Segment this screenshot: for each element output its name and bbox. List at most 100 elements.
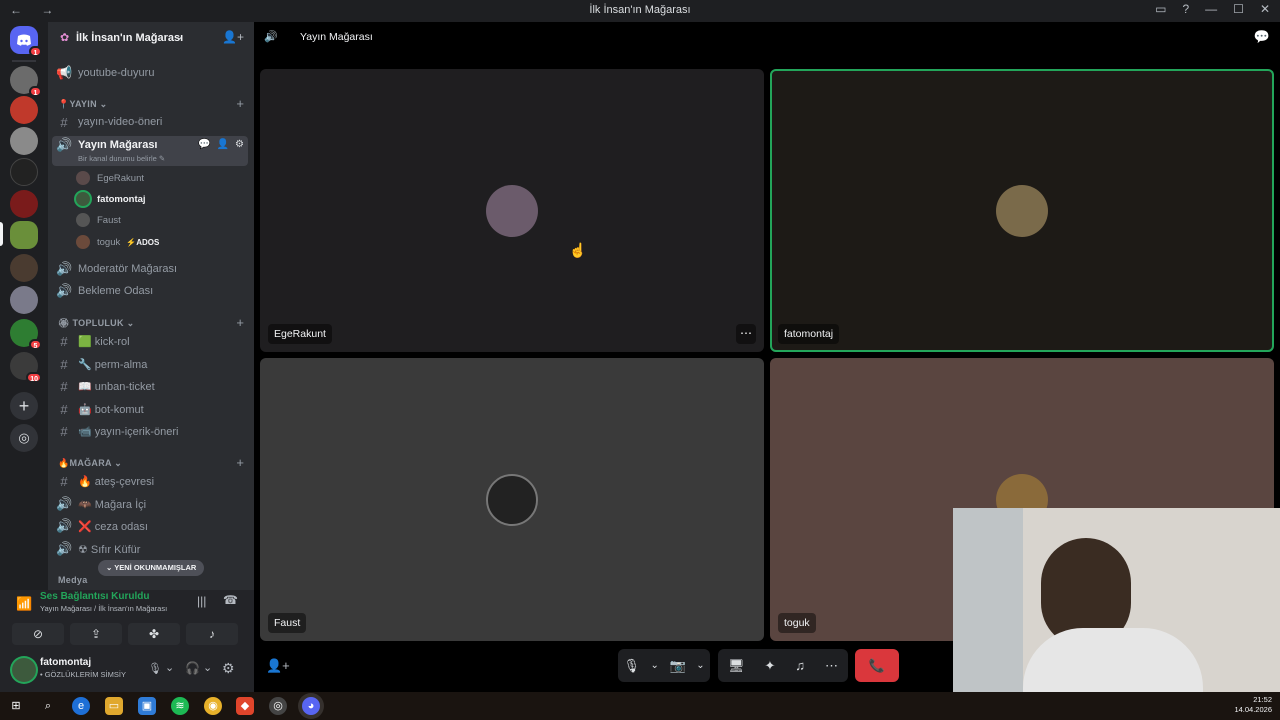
new-unreads-pill[interactable]: ⌄ YENİ OKUNMAMIŞLAR [98,560,205,576]
server-icon[interactable]: 10 [10,352,42,383]
camera-off-button[interactable]: ⊘ [12,623,64,645]
channel-yayin-icerik-oneri[interactable]: # 📹 yayın-içerik-öneri [54,421,248,441]
voice-user[interactable]: Faust [76,210,121,230]
channel-sidebar: ✿ İlk İnsan'ın Mağarası ⌄ 👤+ 📢 youtube-d… [48,22,254,590]
brave-icon[interactable]: ◆ [236,697,254,715]
server-icon[interactable] [10,127,38,155]
more-options-button[interactable]: ⋯ [736,324,756,344]
channel-kick-rol[interactable]: # 🟩 kick-rol [54,331,248,351]
invite-user-icon[interactable]: 👤 [217,139,229,150]
channel-bot-komut[interactable]: # 🤖 bot-komut [54,399,248,419]
search-icon[interactable]: ⌕ [39,697,57,715]
minimize-button[interactable]: — [1205,2,1217,16]
chat-icon[interactable]: 💬 [198,139,210,150]
voice-status-title[interactable]: Ses Bağlantısı Kuruldu [40,591,149,602]
activities-button[interactable]: ✤ [128,623,180,645]
user-status[interactable]: • GÖZLÜKLERİM SİMSİY [40,670,126,679]
leave-call-button[interactable]: 📞 [855,649,899,682]
server-icon[interactable] [10,286,38,314]
chrome-icon[interactable]: ◉ [204,697,222,715]
invite-icon[interactable]: 👤+ [222,30,244,44]
voice-user[interactable]: EgeRakunt [76,168,144,188]
channel-ates-cevresi[interactable]: # 🔥 ateş-çevresi [54,471,248,491]
server-icon[interactable]: 1 [10,66,42,97]
folder-icon[interactable]: ▭ [105,697,123,715]
participant-tile-speaking[interactable]: fatomontaj [770,69,1274,352]
guild-header[interactable]: ✿ İlk İnsan'ın Mağarası ⌄ 👤+ [48,22,254,54]
start-icon[interactable]: ⊞ [7,697,25,715]
channel-magara-ici[interactable]: 🔊 🦇 Mağara İçi [54,494,248,514]
chevron-down-icon[interactable]: ⌄ [165,661,174,674]
obs-icon[interactable]: ◎ [269,697,287,715]
window-titlebar: ← → İlk İnsan'ın Mağarası ▭ ? — ☐ ✕ [0,0,1280,22]
gear-icon[interactable]: ⚙ [222,660,235,677]
clock-time[interactable]: 21:52 [1234,695,1272,705]
soundboard-icon[interactable]: ♫ [795,658,805,673]
maximize-button[interactable]: ☐ [1233,2,1244,16]
signal-icon[interactable]: 📶 [16,596,32,612]
spotify-icon[interactable]: ≋ [171,697,189,715]
channel-sifir-kufur[interactable]: 🔊 ☢ Sıfır Küfür [54,539,248,559]
chevron-down-icon[interactable]: ⌄ [650,660,658,671]
category-yayin[interactable]: 📍YAYIN ⌄ [58,99,108,110]
gear-icon[interactable]: ⚙ [235,139,244,150]
headphones-icon[interactable]: 🎧 [185,661,200,675]
channel-yayin-video-oneri[interactable]: # yayın-video-öneri [54,112,248,132]
media-controls: 🎙 ⌄ 📷 ⌄ [618,649,710,682]
participant-tile[interactable]: Faust [260,358,764,641]
chevron-down-icon: ⌄ [174,29,185,43]
noise-suppression-icon[interactable]: ||| [197,594,206,608]
microphone-icon[interactable]: 🎙 [148,662,162,675]
add-channel-icon[interactable]: + [236,455,244,470]
add-channel-icon[interactable]: + [236,96,244,111]
add-server-icon[interactable]: + [10,392,38,420]
channel-moderator-magarasi[interactable]: 🔊 Moderatör Mağarası [54,259,248,279]
chevron-down-icon[interactable]: ⌄ [203,661,212,674]
close-button[interactable]: ✕ [1260,2,1270,16]
app-icon[interactable]: ▣ [138,697,156,715]
category-medya[interactable]: Medya [58,575,88,585]
speaker-icon: 🔊 [56,518,73,533]
clan-tag: ⚡ADOS [126,237,160,247]
camera-icon[interactable]: 📷 [669,658,685,674]
server-icon[interactable] [10,96,38,124]
chat-icon[interactable]: 💬 [1254,29,1270,45]
clock-date[interactable]: 14.04.2026 [1234,705,1272,715]
channel-unban-ticket[interactable]: # 📖 unban-ticket [54,376,248,396]
channel-youtube-duyuru[interactable]: 📢 youtube-duyuru [54,63,248,83]
voice-user[interactable]: toguk ⚡ADOS [76,232,159,252]
category-topluluk[interactable]: 🏵 TOPLULUK ⌄ [58,318,134,329]
participant-tile[interactable]: EgeRakunt ⋯ [260,69,764,352]
server-icon[interactable] [10,221,38,249]
share-screen-button[interactable]: ⇪ [70,623,122,645]
screen-share-icon[interactable]: 🖥 [728,658,745,674]
category-magara[interactable]: 🔥MAĞARA ⌄ [58,458,122,469]
discover-icon[interactable]: ◎ [10,424,38,452]
help-icon[interactable]: ? [1182,2,1189,16]
channel-ceza-odasi[interactable]: 🔊 ❌ ceza odası [54,516,248,536]
server-icon[interactable] [10,190,38,218]
server-icon[interactable] [10,254,38,282]
chevron-down-icon[interactable]: ⌄ [696,660,704,671]
channel-status[interactable]: Bir kanal durumu belirle ✎ [78,154,165,163]
server-icon[interactable]: 5 [10,319,42,350]
channel-bekleme-odasi[interactable]: 🔊 Bekleme Odası [54,281,248,301]
disconnect-icon[interactable]: ☎ [223,593,238,607]
server-dm-home[interactable]: 1 [10,26,42,57]
microphone-icon[interactable]: 🎙 [623,658,640,674]
server-icon[interactable] [10,158,38,186]
add-channel-icon[interactable]: + [236,315,244,330]
user-name[interactable]: fatomontaj [40,657,91,668]
channel-perm-alma[interactable]: # 🔧 perm-alma [54,354,248,374]
edge-icon[interactable]: e [72,697,90,715]
pin-icon: 📍 [58,99,70,109]
invite-user-icon[interactable]: 👤+ [266,658,290,674]
discord-taskbar-icon[interactable]: ◕ [302,697,320,715]
voice-user[interactable]: fatomontaj [76,189,146,209]
avatar[interactable] [12,658,36,682]
inbox-icon[interactable]: ▭ [1155,2,1166,16]
more-icon[interactable]: ⋯ [825,658,838,674]
soundboard-button[interactable]: ♪ [186,623,238,645]
voice-status-subtitle[interactable]: Yayın Mağarası / İlk İnsan'ın Mağarası [40,604,167,613]
activities-icon[interactable]: ✦ [764,658,775,674]
